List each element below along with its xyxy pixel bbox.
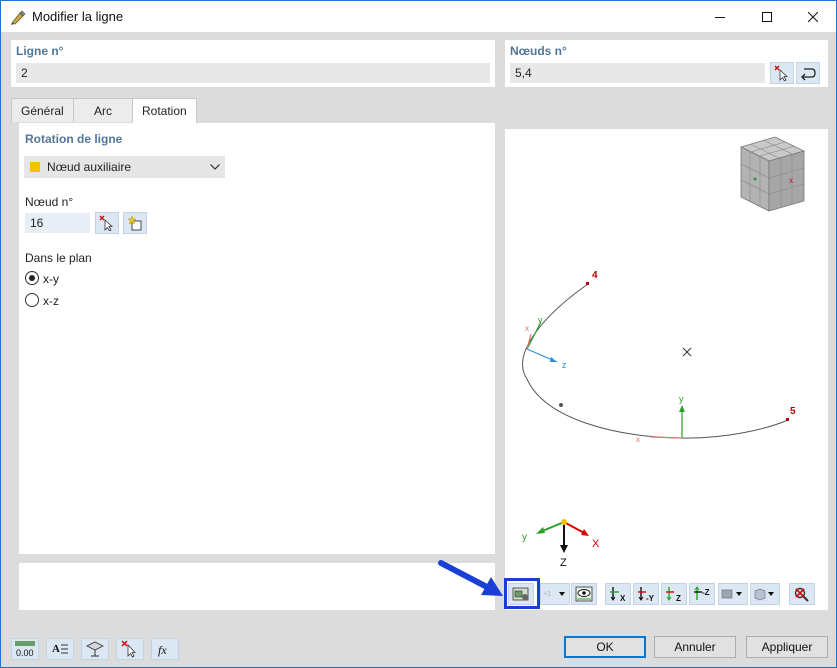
text-info-button[interactable]: A	[46, 638, 74, 660]
apply-button[interactable]: Appliquer	[746, 636, 828, 658]
pointer-arrow-icon	[438, 560, 503, 596]
chevron-down-icon	[205, 164, 225, 170]
preview-panel: x 4 5 z y x y x Z X y	[505, 129, 828, 610]
tab-rotation[interactable]: Rotation	[132, 98, 197, 123]
line-number-field[interactable]: 2	[16, 63, 490, 83]
plane-xy-radio[interactable]	[25, 271, 39, 285]
node-5-label: 5	[790, 406, 796, 417]
node-4-label: 4	[592, 270, 598, 281]
line-number-label: Ligne n°	[16, 44, 64, 58]
view-minus-y-button[interactable]: -Y	[633, 583, 659, 605]
reset-view-button[interactable]	[789, 583, 815, 605]
line-number-group: Ligne n° 2	[11, 40, 495, 87]
rotation-section-title: Rotation de ligne	[25, 132, 123, 146]
bottom-y-label: y	[679, 394, 684, 404]
units-button[interactable]: 0.00	[11, 638, 39, 660]
svg-text:fx: fx	[158, 643, 167, 657]
maximize-button[interactable]	[744, 1, 790, 32]
maximize-icon	[762, 11, 772, 22]
close-button[interactable]	[790, 1, 836, 32]
visibility-icon	[575, 586, 593, 602]
select-delete-button[interactable]	[116, 638, 144, 660]
svg-text:-Y: -Y	[646, 594, 655, 603]
formula-button[interactable]: fx	[151, 638, 179, 660]
preview-canvas[interactable]: x 4 5 z y x y x Z X y	[505, 129, 828, 610]
formula-icon: fx	[158, 643, 167, 657]
node-number-field[interactable]: 16	[25, 213, 90, 233]
bottom-x-label: x	[636, 435, 640, 444]
rotation-type-value: Nœud auxiliaire	[47, 160, 132, 174]
auxiliary-node-swatch	[30, 162, 40, 172]
reset-view-icon	[794, 587, 809, 602]
dialog-window: Modifier la ligne Ligne n° 2 Nœuds n° 5,…	[0, 0, 837, 668]
minimize-icon	[715, 16, 725, 18]
pick-cursor-icon	[774, 65, 789, 81]
reverse-direction-button[interactable]	[796, 62, 820, 84]
view-cube[interactable]: x	[739, 136, 806, 212]
visibility-button[interactable]	[571, 583, 597, 605]
units-icon: 0.00	[15, 641, 35, 658]
global-z-label: Z	[560, 557, 567, 569]
pick-node-button[interactable]	[95, 212, 119, 234]
local-y-label: y	[538, 315, 543, 325]
nodes-number-label: Nœuds n°	[510, 44, 567, 58]
node-4-marker	[586, 282, 589, 285]
view-minus-z-icon: -Z	[694, 586, 710, 600]
iso-dropdown-button[interactable]	[750, 583, 780, 605]
line-edit-icon	[11, 10, 26, 25]
render-dropdown-button[interactable]	[718, 583, 748, 605]
svg-text:-Z: -Z	[702, 588, 710, 597]
select-delete-icon	[121, 640, 136, 658]
numbering-dropdown-button[interactable]: +1	[540, 583, 570, 605]
svg-text:+1: +1	[543, 591, 551, 598]
view-z-button[interactable]: Z	[661, 583, 687, 605]
ok-button[interactable]: OK	[564, 636, 646, 658]
rotation-type-select[interactable]: Nœud auxiliaire	[24, 156, 225, 178]
iso-dropdown-icon	[754, 588, 774, 601]
new-node-button[interactable]	[123, 212, 147, 234]
new-node-icon	[127, 215, 142, 231]
local-z-label: z	[562, 360, 567, 370]
numbering-dropdown-icon: +1	[543, 591, 565, 598]
tab-general[interactable]: Général	[11, 98, 74, 122]
view-minus-z-button[interactable]: -Z	[689, 583, 715, 605]
highlight-box	[504, 578, 540, 609]
nodes-number-group: Nœuds n° 5,4	[505, 40, 828, 87]
nodes-number-field[interactable]: 5,4	[510, 63, 765, 83]
minimize-button[interactable]	[697, 1, 743, 32]
svg-text:x: x	[789, 176, 793, 185]
close-icon	[808, 11, 818, 22]
local-x-label: x	[525, 324, 529, 333]
window-title: Modifier la ligne	[32, 9, 124, 24]
svg-text:A: A	[52, 643, 60, 655]
node-number-label: Nœud n°	[25, 195, 74, 209]
svg-text:Z: Z	[676, 594, 681, 603]
global-x-label: X	[592, 538, 600, 550]
text-info-icon: A	[52, 643, 68, 655]
plane-xz-radio[interactable]	[25, 293, 39, 307]
view-x-button[interactable]: X	[605, 583, 631, 605]
global-y-label: y	[522, 532, 527, 543]
dialog-client: Ligne n° 2 Nœuds n° 5,4 Général Arc Rota…	[1, 32, 836, 667]
cancel-button[interactable]: Annuler	[654, 636, 736, 658]
plane-xz-label: x-z	[43, 294, 59, 308]
reverse-arrow-icon	[801, 68, 816, 81]
view-z-icon: Z	[666, 587, 681, 603]
pick-nodes-button[interactable]	[770, 62, 794, 84]
pick-cursor-icon	[99, 215, 114, 231]
view-minus-y-icon: -Y	[638, 587, 655, 603]
tab-arc[interactable]: Arc	[73, 98, 133, 122]
view-model-icon	[86, 641, 104, 657]
plane-label: Dans le plan	[25, 251, 92, 265]
render-dropdown-icon	[721, 589, 742, 599]
svg-text:0.00: 0.00	[16, 648, 34, 658]
plane-xy-label: x-y	[43, 272, 59, 286]
node-5-marker	[786, 418, 789, 421]
rotation-panel	[19, 123, 495, 554]
view-model-button[interactable]	[81, 638, 109, 660]
title-bar: Modifier la ligne	[1, 1, 836, 32]
comment-area[interactable]	[19, 563, 495, 610]
svg-text:X: X	[620, 594, 626, 603]
view-x-icon: X	[610, 587, 626, 603]
